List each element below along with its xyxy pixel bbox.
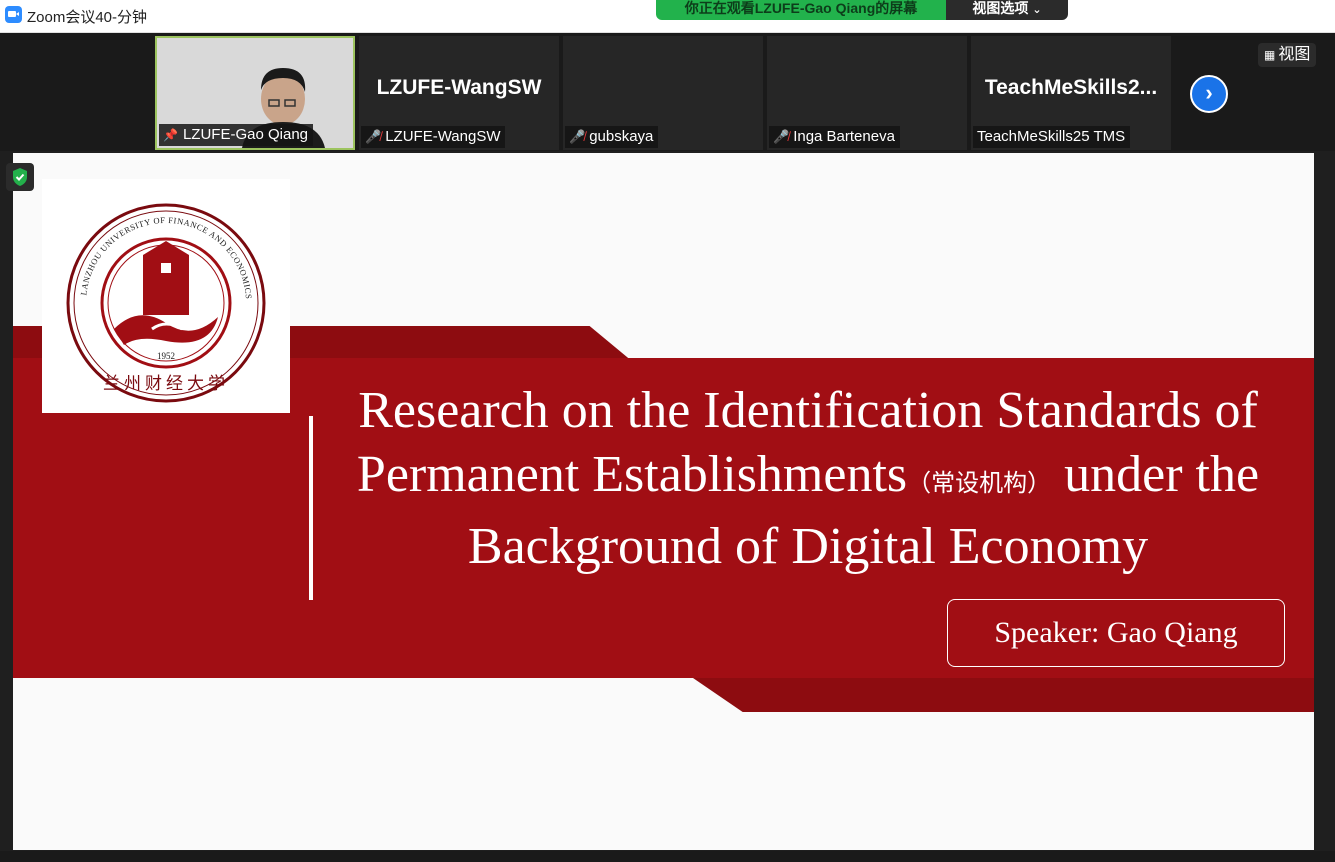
slide-title-line-1: Research on the Identification Standards… bbox=[358, 382, 1258, 439]
shared-screen-slide: LANZHOU UNIVERSITY OF FINANCE AND ECONOM… bbox=[13, 153, 1314, 850]
participant-tile-inga-barteneva[interactable]: 🎤̸ Inga Barteneva bbox=[767, 36, 967, 150]
participant-label: 📌 LZUFE-Gao Qiang bbox=[159, 124, 313, 146]
meeting-controls-bar bbox=[0, 851, 1335, 862]
pin-icon: 📌 bbox=[163, 128, 178, 142]
screen-share-banner: 你正在观看LZUFE-Gao Qiang的屏幕 bbox=[656, 0, 946, 20]
participant-tile-wangsw[interactable]: LZUFE-WangSW 🎤̸ LZUFE-WangSW bbox=[359, 36, 559, 150]
slide-band-accent-bottom bbox=[693, 678, 1314, 712]
view-options-label: 视图选项 bbox=[972, 0, 1029, 16]
next-page-button[interactable]: › bbox=[1190, 75, 1228, 113]
shield-check-icon bbox=[13, 168, 27, 186]
window-title: Zoom会议40-分钟 bbox=[27, 9, 148, 26]
participant-tile-teachmeskills[interactable]: TeachMeSkills2... TeachMeSkills25 TMS bbox=[971, 36, 1171, 150]
participant-label: 🎤̸ LZUFE-WangSW bbox=[361, 126, 506, 148]
participant-strip: 📌 LZUFE-Gao Qiang LZUFE-WangSW 🎤̸ LZUFE-Wa… bbox=[0, 33, 1335, 151]
mic-muted-icon: 🎤̸ bbox=[365, 129, 382, 144]
participant-name-display: TeachMeSkills2... bbox=[984, 76, 1158, 99]
svg-text:兰州财经大学: 兰州财经大学 bbox=[103, 374, 229, 394]
mic-muted-icon: 🎤̸ bbox=[773, 129, 790, 144]
slide-title-line-3: Background of Digital Economy bbox=[467, 518, 1149, 575]
slide-title-line-2: Permanent Establishments（常设机构） under the bbox=[356, 446, 1260, 503]
grid-view-icon: ▦ bbox=[1264, 48, 1276, 62]
view-options-button[interactable]: 视图选项 ⌄ bbox=[946, 0, 1068, 20]
chevron-down-icon: ⌄ bbox=[1032, 4, 1042, 16]
participant-label: 🎤̸ Inga Barteneva bbox=[769, 126, 900, 148]
participant-tile-gubskaya[interactable]: 🎤̸ gubskaya bbox=[563, 36, 763, 150]
mic-muted-icon: 🎤̸ bbox=[569, 129, 586, 144]
encryption-shield[interactable] bbox=[6, 163, 34, 191]
participant-label: TeachMeSkills25 TMS bbox=[973, 126, 1131, 148]
participant-name-display: LZUFE-WangSW bbox=[376, 76, 542, 99]
participant-tile-gao-qiang[interactable]: 📌 LZUFE-Gao Qiang bbox=[155, 36, 355, 150]
view-button[interactable]: ▦ 视图 bbox=[1258, 43, 1317, 67]
speaker-label: Speaker: Gao Qiang bbox=[947, 599, 1285, 667]
university-seal: LANZHOU UNIVERSITY OF FINANCE AND ECONOM… bbox=[66, 203, 266, 403]
slide-title: Research on the Identification Standards… bbox=[313, 379, 1303, 579]
chevron-right-icon: › bbox=[1205, 80, 1213, 105]
participant-label: 🎤̸ gubskaya bbox=[565, 126, 659, 148]
zoom-app-icon bbox=[5, 6, 22, 23]
svg-text:1952: 1952 bbox=[157, 351, 175, 361]
university-logo: LANZHOU UNIVERSITY OF FINANCE AND ECONOM… bbox=[42, 179, 290, 413]
